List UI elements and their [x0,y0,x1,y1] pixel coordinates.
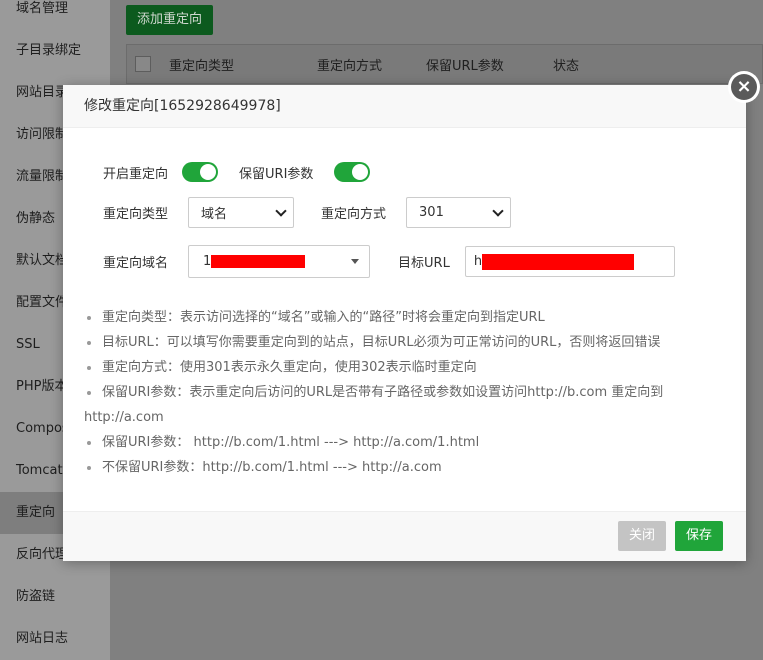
dialog-footer: 关闭 保存 [63,511,746,561]
keep-uri-toggle[interactable] [334,162,371,182]
redacted-url [482,253,635,270]
help-tips: 重定向类型：表示访问选择的“域名”或输入的“路径”时将会重定向到指定URL 目标… [84,305,684,480]
close-button[interactable]: 关闭 [618,521,667,551]
sidebar-item-label: SSL [16,337,40,352]
table-header: 重定向类型 重定向方式 保留URL参数 状态 [126,44,763,84]
edit-redirect-dialog: 修改重定向[1652928649978] 开启重定向 保留URI参数 重定向类型… [63,85,746,561]
sidebar-item-label: 默认文档 [16,253,69,268]
sidebar-item-label: PHP版本 [16,379,68,394]
keep-uri-label: 保留URI参数 [239,166,314,182]
sidebar-item-label: 访问限制 [16,127,69,142]
sidebar-item-label: 网站目录 [16,85,69,100]
sidebar-item-label: 配置文件 [16,295,69,310]
save-button[interactable]: 保存 [675,521,724,551]
tip-item: 保留URI参数：表示重定向后访问的URL是否带有子路径或参数如设置访问http:… [84,380,684,430]
redirect-type-value: 域名 [201,207,228,222]
sidebar-item-label: 重定向 [16,505,56,520]
dialog-close-button[interactable]: × [728,71,760,103]
sidebar-item-label: 伪静态 [16,211,56,226]
redacted-domain [211,255,306,268]
select-all-checkbox[interactable] [135,56,151,72]
add-redirect-button[interactable]: 添加重定向 [126,5,214,35]
sidebar-item-label: 防盗链 [16,589,56,604]
enable-redirect-toggle[interactable] [182,162,219,182]
tip-item: 保留URI参数： http://b.com/1.html ---> http:/… [84,430,684,455]
redirect-method-value: 301 [419,205,444,220]
enable-redirect-label: 开启重定向 [103,166,169,182]
sidebar-item-subdir[interactable]: 子目录绑定 [0,30,110,72]
tip-item: 目标URL：可以填写你需要重定向到的站点，目标URL必须为可正常访问的URL，否… [84,330,684,355]
sidebar-item-label: 域名管理 [16,1,69,16]
sidebar-item-label: 反向代理 [16,547,69,562]
sidebar-item-label: Tomcat [16,463,63,478]
redirect-type-select[interactable]: 域名 [188,197,295,228]
column-header-type: 重定向类型 [169,58,235,74]
sidebar-item-label: 网站日志 [16,631,69,646]
tip-item: 不保留URI参数：http://b.com/1.html ---> http:/… [84,455,684,480]
type-method-row: 重定向类型 域名 重定向方式 301 [103,197,512,228]
redirect-type-label: 重定向类型 [103,207,169,222]
sidebar-item-logs[interactable]: 网站日志 [0,618,110,660]
redirect-domain-value: 1 [203,254,212,269]
sidebar-item-domain[interactable]: 域名管理 [0,0,110,30]
target-url-input[interactable]: h [464,246,675,277]
tip-item: 重定向类型：表示访问选择的“域名”或输入的“路径”时将会重定向到指定URL [84,305,684,330]
redirect-method-select[interactable]: 301 [406,197,512,228]
domain-target-row: 重定向域名 1 目标URL h [103,245,675,278]
close-icon: × [731,74,757,100]
sidebar-item-hotlink[interactable]: 防盗链 [0,576,110,618]
sidebar-item-label: 流量限制 [16,169,69,184]
redirect-method-label: 重定向方式 [321,207,387,222]
dialog-title: 修改重定向[1652928649978] [63,85,746,128]
column-header-status: 状态 [553,58,580,74]
chevron-down-icon [492,204,504,217]
tip-item: 重定向方式：使用301表示永久重定向，使用302表示临时重定向 [84,355,684,380]
target-url-value: h [473,254,483,269]
enable-row: 开启重定向 保留URI参数 [103,162,371,182]
column-header-keep-url: 保留URL参数 [426,58,504,74]
column-header-method: 重定向方式 [317,58,383,74]
redirect-domain-label: 重定向域名 [103,256,169,271]
caret-down-icon [351,259,360,264]
sidebar-item-label: 子目录绑定 [16,43,82,58]
redirect-domain-select[interactable]: 1 [188,245,371,278]
target-url-label: 目标URL [398,256,450,271]
chevron-down-icon [275,204,287,217]
